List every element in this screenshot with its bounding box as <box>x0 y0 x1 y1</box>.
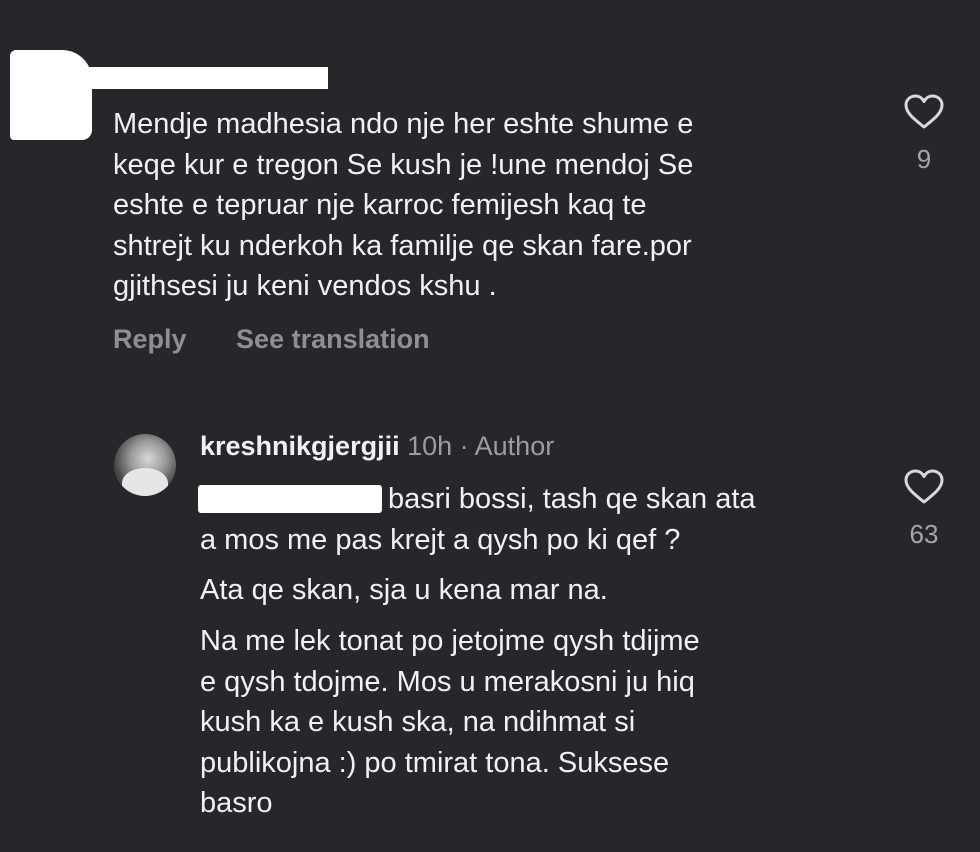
redacted-mention <box>198 485 382 513</box>
reply-line: e qysh tdojme. Mos u merakosni ju hiq <box>200 665 695 698</box>
comment-actions: Reply See translation <box>113 324 430 355</box>
reply-paragraph: Ata qe skan, sja u kena mar na. <box>200 574 608 606</box>
reply-header: kreshnikgjergjii 10h · Author <box>200 431 554 462</box>
comment-line: gjithsesi ju keni vendos kshu . <box>113 270 497 302</box>
comment-like: 9 <box>894 94 954 175</box>
comment-meta: 10h · Author <box>407 431 555 461</box>
reply-paragraph: Na me lek tonat po jetojme qysh tdijme e … <box>200 621 700 824</box>
like-count: 9 <box>916 144 932 174</box>
redacted-username <box>80 67 328 89</box>
heart-icon[interactable] <box>894 469 954 505</box>
avatar[interactable] <box>114 434 176 496</box>
heart-icon[interactable] <box>894 94 954 130</box>
reply-line: basro <box>200 787 273 819</box>
see-translation-button[interactable]: See translation <box>236 324 430 355</box>
comment-line: shtrejt ku nderkoh ka familje qe skan fa… <box>113 229 692 262</box>
reply-text-line: basri bossi, tash qe skan ata <box>388 483 756 515</box>
redacted-avatar <box>10 50 92 140</box>
reply-line: Na me lek tonat po jetojme qysh tdijme <box>200 625 700 657</box>
reply-button[interactable]: Reply <box>113 324 187 355</box>
comment-text: Mendje madhesia ndo nje her eshte shume … <box>113 104 693 307</box>
reply-line: kush ka e kush ska, na ndihmat si <box>200 706 636 738</box>
reply-line: publikojna :) po tmirat tona. Suksese <box>200 746 670 779</box>
reply-like: 63 <box>894 469 954 550</box>
reply-text-line: a mos me pas krejt a qysh po ki qef ? <box>200 524 681 556</box>
comment-line: keqe kur e tregon Se kush je !une mendoj… <box>113 148 694 181</box>
username[interactable]: kreshnikgjergjii <box>200 431 400 461</box>
comment-line: Mendje madhesia ndo nje her eshte shume … <box>113 108 694 140</box>
comment-line: eshte e tepruar nje karroc femijesh kaq … <box>113 189 647 221</box>
like-count: 63 <box>909 519 939 549</box>
